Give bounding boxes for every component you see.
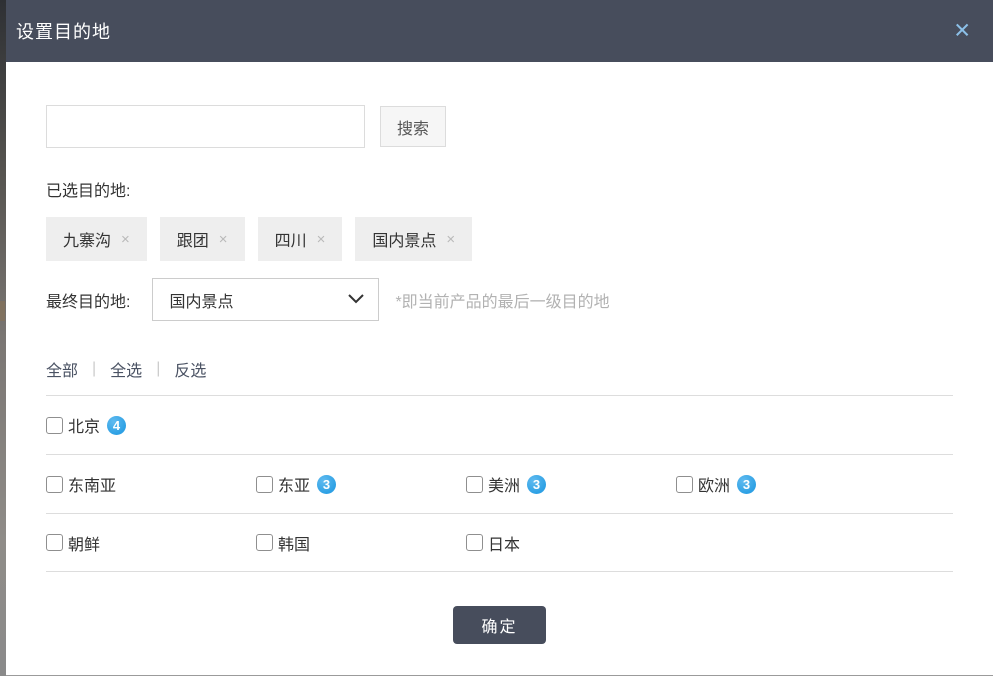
screen: 设置目的地 ✕ 搜索 已选目的地: 九寨沟 × 跟团 × 四川 [0,0,993,680]
dest-item-beijing[interactable]: 北京 4 [46,413,256,437]
dest-label: 美洲 [488,472,520,496]
tag-remove-icon[interactable]: × [317,231,326,248]
chevron-down-icon [348,291,364,309]
tag-remove-icon[interactable]: × [446,231,455,248]
destination-list: 北京 4 东南亚 东亚 3 美洲 [46,395,953,572]
filter-link-select-all[interactable]: 全选 [110,357,142,381]
checkbox[interactable] [46,534,63,551]
dest-item-south-korea[interactable]: 韩国 [256,531,466,555]
count-badge: 3 [527,475,546,494]
dest-item-east-asia[interactable]: 东亚 3 [256,472,466,496]
checkbox[interactable] [466,476,483,493]
tag-label: 四川 [275,227,307,251]
modal-footer: 确定 [46,606,953,644]
tag-remove-icon[interactable]: × [219,231,228,248]
dest-label: 东亚 [278,472,310,496]
modal-header: 设置目的地 ✕ [6,0,993,62]
confirm-button[interactable]: 确定 [453,606,546,644]
tag-domestic-scenic[interactable]: 国内景点 × [355,217,472,261]
dest-label: 朝鲜 [68,531,100,555]
dest-item-north-korea[interactable]: 朝鲜 [46,531,256,555]
link-separator: | [92,360,96,378]
final-destination-value: 国内景点 [169,288,233,312]
modal-title: 设置目的地 [16,18,111,44]
dest-item-europe[interactable]: 欧洲 3 [676,472,886,496]
dest-label: 日本 [488,531,520,555]
count-badge: 4 [107,416,126,435]
destination-row: 朝鲜 韩国 日本 [46,513,953,572]
final-destination-row: 最终目的地: 国内景点 *即当前产品的最后一级目的地 [46,278,953,321]
close-icon[interactable]: ✕ [953,21,971,42]
selected-destinations-label: 已选目的地: [46,177,953,201]
filter-links-row: 全部 | 全选 | 反选 [46,357,953,381]
tag-label: 九寨沟 [63,227,111,251]
checkbox[interactable] [676,476,693,493]
destination-row: 北京 4 [46,395,953,454]
link-separator: | [156,360,160,378]
destination-row: 东南亚 东亚 3 美洲 3 欧洲 3 [46,454,953,513]
checkbox[interactable] [46,417,63,434]
tag-gentuan[interactable]: 跟团 × [160,217,245,261]
dest-label: 韩国 [278,531,310,555]
set-destination-modal: 设置目的地 ✕ 搜索 已选目的地: 九寨沟 × 跟团 × 四川 [6,0,993,676]
final-destination-select[interactable]: 国内景点 [152,278,379,321]
search-button[interactable]: 搜索 [380,106,446,147]
checkbox[interactable] [46,476,63,493]
dest-item-southeast-asia[interactable]: 东南亚 [46,472,256,496]
modal-body: 搜索 已选目的地: 九寨沟 × 跟团 × 四川 × 国内景点 × [6,62,993,644]
count-badge: 3 [737,475,756,494]
background-page-artifact [0,301,5,321]
checkbox[interactable] [256,476,273,493]
checkbox[interactable] [256,534,273,551]
dest-label: 欧洲 [698,472,730,496]
dest-label: 北京 [68,413,100,437]
selected-tags-row: 九寨沟 × 跟团 × 四川 × 国内景点 × [46,217,953,261]
dest-item-americas[interactable]: 美洲 3 [466,472,676,496]
tag-label: 跟团 [177,227,209,251]
dest-item-japan[interactable]: 日本 [466,531,676,555]
filter-link-invert[interactable]: 反选 [174,357,206,381]
search-row: 搜索 [46,105,953,148]
filter-link-all[interactable]: 全部 [46,357,78,381]
tag-sichuan[interactable]: 四川 × [258,217,343,261]
tag-jiuzhaigou[interactable]: 九寨沟 × [46,217,147,261]
count-badge: 3 [317,475,336,494]
dest-label: 东南亚 [68,472,116,496]
final-destination-note: *即当前产品的最后一级目的地 [395,288,609,312]
search-input[interactable] [46,105,365,148]
tag-label: 国内景点 [372,227,436,251]
tag-remove-icon[interactable]: × [121,231,130,248]
final-destination-label: 最终目的地: [46,288,130,312]
checkbox[interactable] [466,534,483,551]
